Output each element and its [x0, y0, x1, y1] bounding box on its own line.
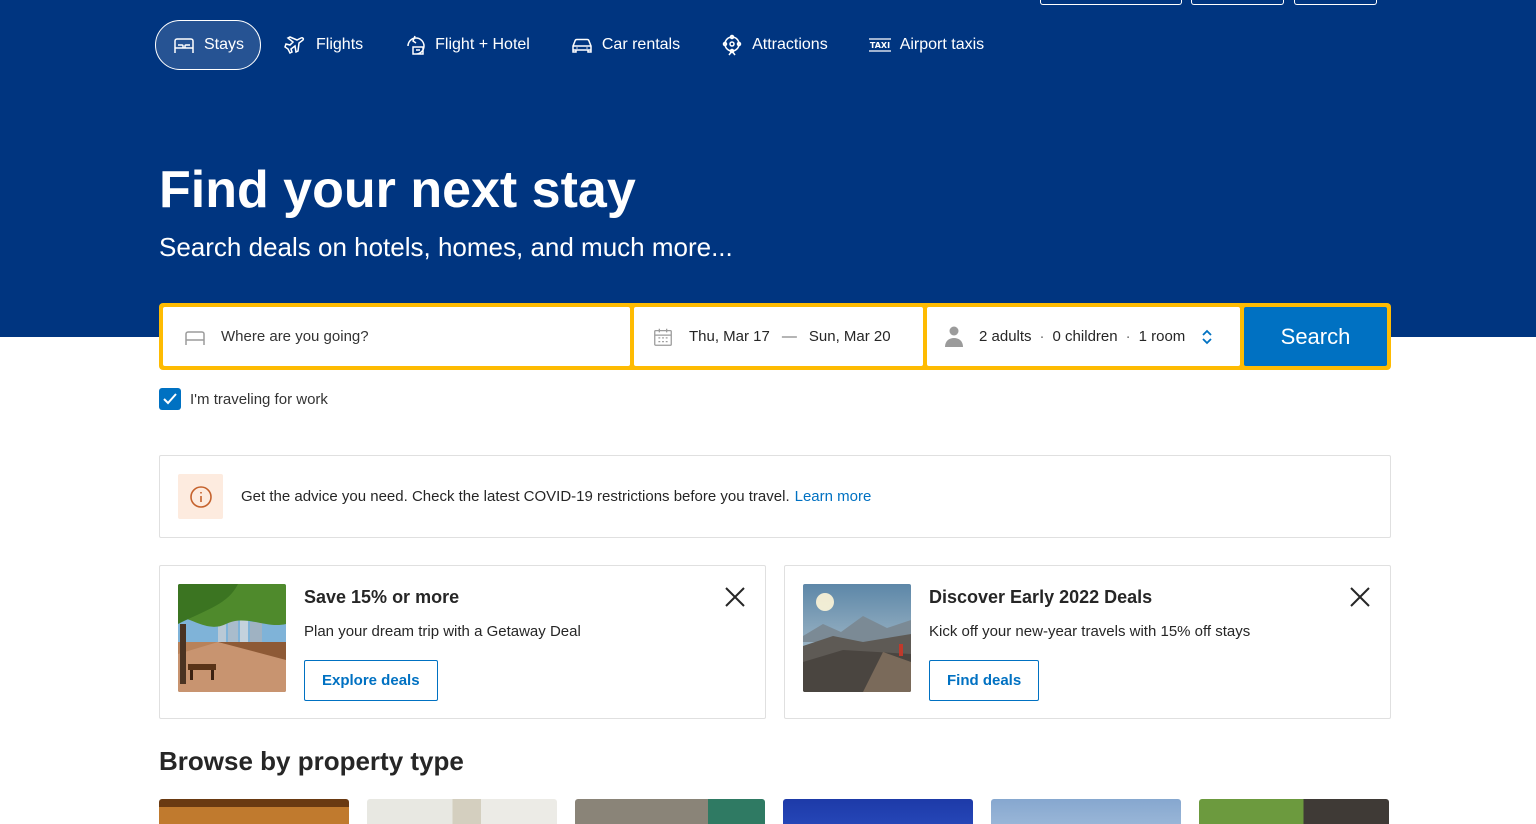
nav-item-stays[interactable]: Stays	[155, 20, 262, 70]
info-icon	[189, 485, 212, 508]
nav-item-label: Flight + Hotel	[435, 36, 530, 53]
promo-title: Save 15% or more	[304, 587, 460, 607]
page-title: Find your next stay	[159, 161, 636, 219]
close-icon[interactable]	[723, 585, 747, 609]
attractions-icon	[722, 34, 742, 56]
property-type-tile[interactable]	[367, 799, 557, 824]
checkmark-icon	[163, 393, 177, 405]
guest-separator: ·	[1039, 328, 1045, 345]
property-type-tile[interactable]	[991, 799, 1181, 824]
promo-text: Plan your dream trip with a Getaway Deal	[304, 623, 581, 640]
header-button-partial[interactable]	[1040, 0, 1182, 5]
date-picker-field[interactable]: Thu, Mar 17 — Sun, Mar 20	[634, 307, 923, 366]
promo-image-mountain	[803, 584, 911, 692]
promo-card-getaway: Save 15% or more Plan your dream trip wi…	[159, 565, 766, 719]
promo-title: Discover Early 2022 Deals	[929, 587, 1153, 607]
find-deals-button[interactable]: Find deals	[929, 660, 1040, 701]
nav-item-label: Car rentals	[601, 36, 681, 53]
property-type-carousel	[159, 799, 1389, 824]
close-icon[interactable]	[1348, 585, 1372, 609]
section-title: Browse by property type	[159, 746, 464, 776]
covid-notice-text: Get the advice you need. Check the lates…	[241, 488, 790, 505]
nav-item-flights[interactable]: Flights	[267, 20, 380, 70]
checkin-date: Thu, Mar 17	[689, 328, 770, 345]
adults-count: 2 adults	[979, 328, 1032, 345]
search-bar: Thu, Mar 17 — Sun, Mar 20 2 adults · 0 c…	[159, 303, 1391, 370]
plane-icon	[284, 36, 305, 55]
hero-banner: Stays Flights Flight + Hotel Car rentals…	[0, 0, 1536, 337]
search-button[interactable]: Search	[1244, 307, 1387, 366]
promo-image-park	[178, 584, 286, 692]
taxi-icon: TAXI	[868, 38, 891, 52]
flight-hotel-icon	[407, 35, 425, 55]
page-subtitle: Search deals on hotels, homes, and much …	[159, 232, 733, 262]
nav-item-label: Attractions	[752, 36, 828, 53]
car-icon	[572, 38, 592, 53]
promo-card-early-2022: Discover Early 2022 Deals Kick off your …	[784, 565, 1391, 719]
person-icon	[945, 326, 963, 347]
destination-field[interactable]	[163, 307, 630, 366]
nav-item-label: Airport taxis	[899, 36, 985, 53]
chevron-updown-icon	[1202, 329, 1212, 344]
bed-icon	[174, 38, 194, 53]
learn-more-link[interactable]: Learn more	[795, 488, 872, 505]
work-travel-checkbox-row[interactable]: I'm traveling for work	[159, 388, 328, 410]
rooms-count: 1 room	[1138, 328, 1186, 345]
property-type-tile[interactable]	[575, 799, 765, 824]
work-travel-label: I'm traveling for work	[190, 390, 328, 408]
nav-item-label: Flights	[316, 36, 364, 53]
checkout-date: Sun, Mar 20	[808, 328, 891, 345]
product-nav: Stays Flights Flight + Hotel Car rentals…	[155, 20, 1007, 70]
header-button-partial[interactable]	[1294, 0, 1377, 5]
date-separator: —	[781, 328, 797, 345]
promo-text: Kick off your new-year travels with 15% …	[929, 623, 1251, 640]
calendar-icon	[654, 328, 672, 346]
bed-icon	[185, 330, 205, 345]
property-type-tile[interactable]	[1199, 799, 1389, 824]
work-travel-checkbox[interactable]	[159, 388, 181, 410]
nav-item-airport-taxis[interactable]: TAXI Airport taxis	[851, 20, 1001, 70]
nav-item-attractions[interactable]: Attractions	[703, 20, 845, 70]
covid-notice: Get the advice you need. Check the lates…	[159, 455, 1391, 538]
property-type-tile[interactable]	[159, 799, 349, 824]
property-type-tile[interactable]	[783, 799, 973, 824]
destination-input[interactable]	[221, 328, 601, 345]
guests-field[interactable]: 2 adults · 0 children · 1 room	[927, 307, 1240, 366]
nav-item-flight-hotel[interactable]: Flight + Hotel	[386, 20, 547, 70]
explore-deals-button[interactable]: Explore deals	[304, 660, 438, 701]
children-count: 0 children	[1052, 328, 1118, 345]
nav-item-car-rentals[interactable]: Car rentals	[553, 20, 697, 70]
svg-text:TAXI: TAXI	[870, 41, 890, 50]
header-button-partial[interactable]	[1191, 0, 1284, 5]
covid-info-box	[178, 474, 223, 519]
nav-item-label: Stays	[204, 36, 245, 53]
guest-separator: ·	[1125, 328, 1131, 345]
